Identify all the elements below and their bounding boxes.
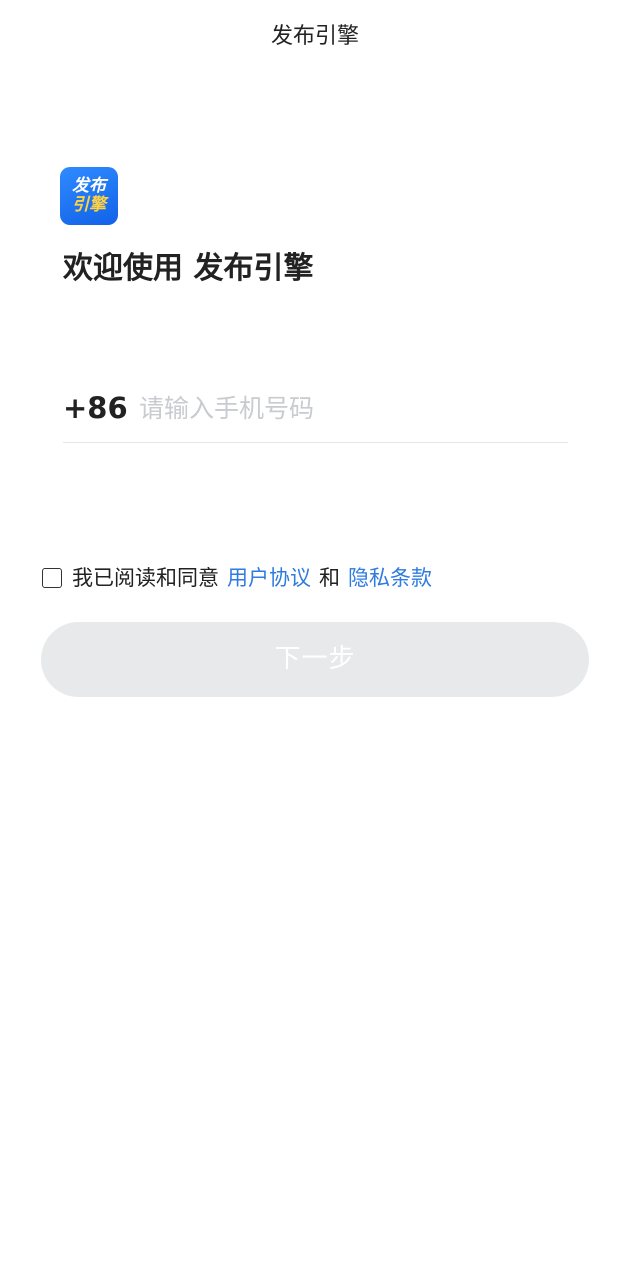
user-agreement-link[interactable]: 用户协议 <box>227 562 311 594</box>
next-button[interactable]: 下一步 <box>41 622 589 697</box>
agreement-conjunction: 和 <box>319 566 340 590</box>
agreement-prefix: 我已阅读和同意 <box>72 566 219 590</box>
app-logo-line2: 引擎 <box>72 195 106 215</box>
agreement-row: 我已阅读和同意 用户协议 和 隐私条款 <box>42 562 432 594</box>
privacy-policy-link[interactable]: 隐私条款 <box>348 562 432 594</box>
phone-number-input[interactable] <box>139 388 559 428</box>
country-code[interactable]: +86 <box>63 388 128 428</box>
phone-input-row: +86 <box>63 384 568 443</box>
agreement-checkbox[interactable] <box>42 568 62 588</box>
welcome-heading: 欢迎使用 发布引擎 <box>63 251 314 286</box>
app-logo: 发布 引擎 <box>60 167 118 225</box>
app-logo-line1: 发布 <box>72 176 106 196</box>
page-title: 发布引擎 <box>270 24 359 49</box>
